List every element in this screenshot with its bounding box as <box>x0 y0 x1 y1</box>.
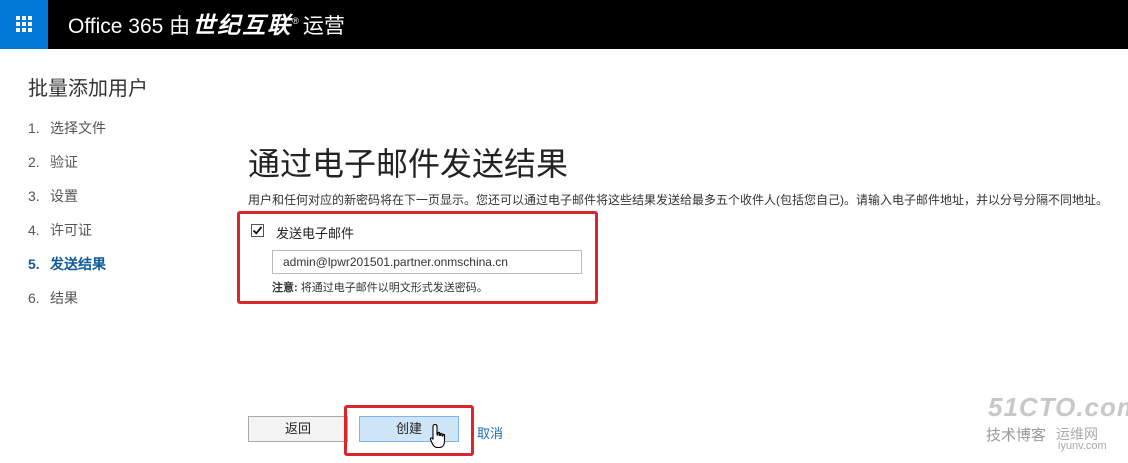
brand-suffix: 运营 <box>302 15 345 38</box>
hand-cursor-icon <box>429 423 446 449</box>
note-text: 将通过电子邮件以明文形式发送密码。 <box>297 282 488 294</box>
step-number: 1. <box>28 120 40 136</box>
step-label: 设置 <box>50 188 78 204</box>
watermark: 51CTO.com 技术博客 运维网 iyunv.com <box>986 392 1128 458</box>
brand-title[interactable]: Office 365 由世纪互联® 运营 <box>68 11 345 39</box>
watermark-text: 51CTO.com <box>988 392 1128 422</box>
wizard-step[interactable]: 4. 许可证 <box>28 220 106 254</box>
step-label: 许可证 <box>50 222 92 238</box>
send-email-label[interactable]: 发送电子邮件 <box>276 223 354 242</box>
step-label: 选择文件 <box>50 120 106 136</box>
wizard-step-current: 5. 发送结果 <box>28 254 106 288</box>
step-number: 3. <box>28 188 40 204</box>
step-number: 5. <box>28 256 40 272</box>
section-description: 用户和任何对应的新密码将在下一页显示。您还可以通过电子邮件将这些结果发送给最多五… <box>248 193 1108 207</box>
brand-registered-mark: ® <box>292 16 299 26</box>
back-button[interactable]: 返回 <box>248 416 348 442</box>
wizard-steps: 1. 选择文件 2. 验证 3. 设置 4. 许可证 5. 发送结果 6. 结果 <box>28 118 106 322</box>
wizard-step[interactable]: 1. 选择文件 <box>28 118 106 152</box>
step-label: 发送结果 <box>50 256 106 272</box>
note-prefix: 注意: <box>272 282 298 294</box>
wizard-step[interactable]: 3. 设置 <box>28 186 106 220</box>
step-label: 结果 <box>50 290 78 306</box>
brand-prefix: Office 365 由 <box>68 15 191 38</box>
brand-name: 世纪互联 <box>192 12 293 38</box>
wizard-step: 6. 结果 <box>28 288 106 322</box>
watermark-text: 技术博客 <box>986 427 1047 444</box>
step-number: 2. <box>28 154 40 170</box>
page-title: 批量添加用户 <box>28 78 148 100</box>
watermark-text: iyunv.com <box>1058 440 1107 452</box>
waffle-icon <box>16 16 32 32</box>
app-launcher-button[interactable] <box>0 0 48 49</box>
email-recipients-input[interactable] <box>272 250 582 274</box>
checkmark-icon <box>252 226 263 235</box>
step-label: 验证 <box>50 154 78 170</box>
send-email-checkbox[interactable] <box>251 224 264 237</box>
wizard-step[interactable]: 2. 验证 <box>28 152 106 186</box>
top-bar: Office 365 由世纪互联® 运营 <box>0 0 1128 49</box>
highlight-box-create <box>344 405 474 456</box>
password-note: 注意: 将通过电子邮件以明文形式发送密码。 <box>272 279 488 295</box>
cancel-link[interactable]: 取消 <box>477 423 503 442</box>
step-number: 4. <box>28 222 40 238</box>
section-heading: 通过电子邮件发送结果 <box>248 146 569 183</box>
step-number: 6. <box>28 290 40 306</box>
